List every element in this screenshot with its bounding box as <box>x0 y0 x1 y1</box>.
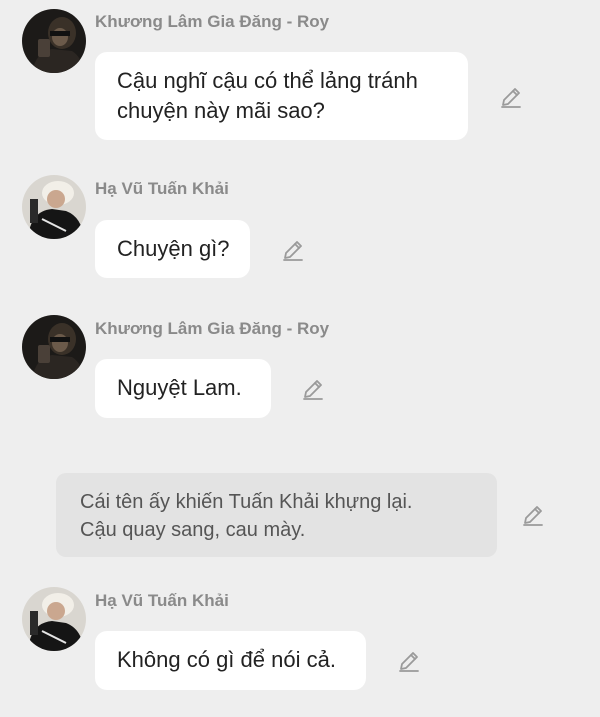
avatar-roy[interactable] <box>22 9 86 73</box>
sender-name: Hạ Vũ Tuấn Khải <box>95 179 229 198</box>
message-bubble: Không có gì để nói cả. <box>95 631 366 690</box>
pencil-edit-icon[interactable] <box>397 649 421 673</box>
pencil-edit-icon[interactable] <box>301 377 325 401</box>
message-text: Nguyệt Lam. <box>117 375 242 400</box>
message-text: chuyện này mãi sao? <box>117 98 325 123</box>
sender-name: Khương Lâm Gia Đăng - Roy <box>95 12 330 31</box>
narration-text: Cậu quay sang, cau mày. <box>80 519 306 541</box>
message-bubble: Cậu nghĩ cậu có thể lảng tránh chuyện nà… <box>95 52 468 140</box>
message-text: Không có gì để nói cả. <box>117 647 336 672</box>
pencil-edit-icon[interactable] <box>281 238 305 262</box>
avatar-roy[interactable] <box>22 315 86 379</box>
message-bubble: Nguyệt Lam. <box>95 359 271 418</box>
message-text: Cậu nghĩ cậu có thể lảng tránh <box>117 68 418 93</box>
message-bubble: Chuyện gì? <box>95 220 250 278</box>
message-text: Chuyện gì? <box>117 236 230 261</box>
avatar-tuan-khai[interactable] <box>22 175 86 239</box>
sender-name: Khương Lâm Gia Đăng - Roy <box>95 319 330 338</box>
avatar-tuan-khai[interactable] <box>22 587 86 651</box>
pencil-edit-icon[interactable] <box>521 503 545 527</box>
narration-text: Cái tên ấy khiến Tuấn Khải khựng lại. <box>80 491 413 513</box>
narration-bubble: Cái tên ấy khiến Tuấn Khải khựng lại. Cậ… <box>56 473 497 557</box>
sender-name: Hạ Vũ Tuấn Khải <box>95 591 229 610</box>
pencil-edit-icon[interactable] <box>499 85 523 109</box>
